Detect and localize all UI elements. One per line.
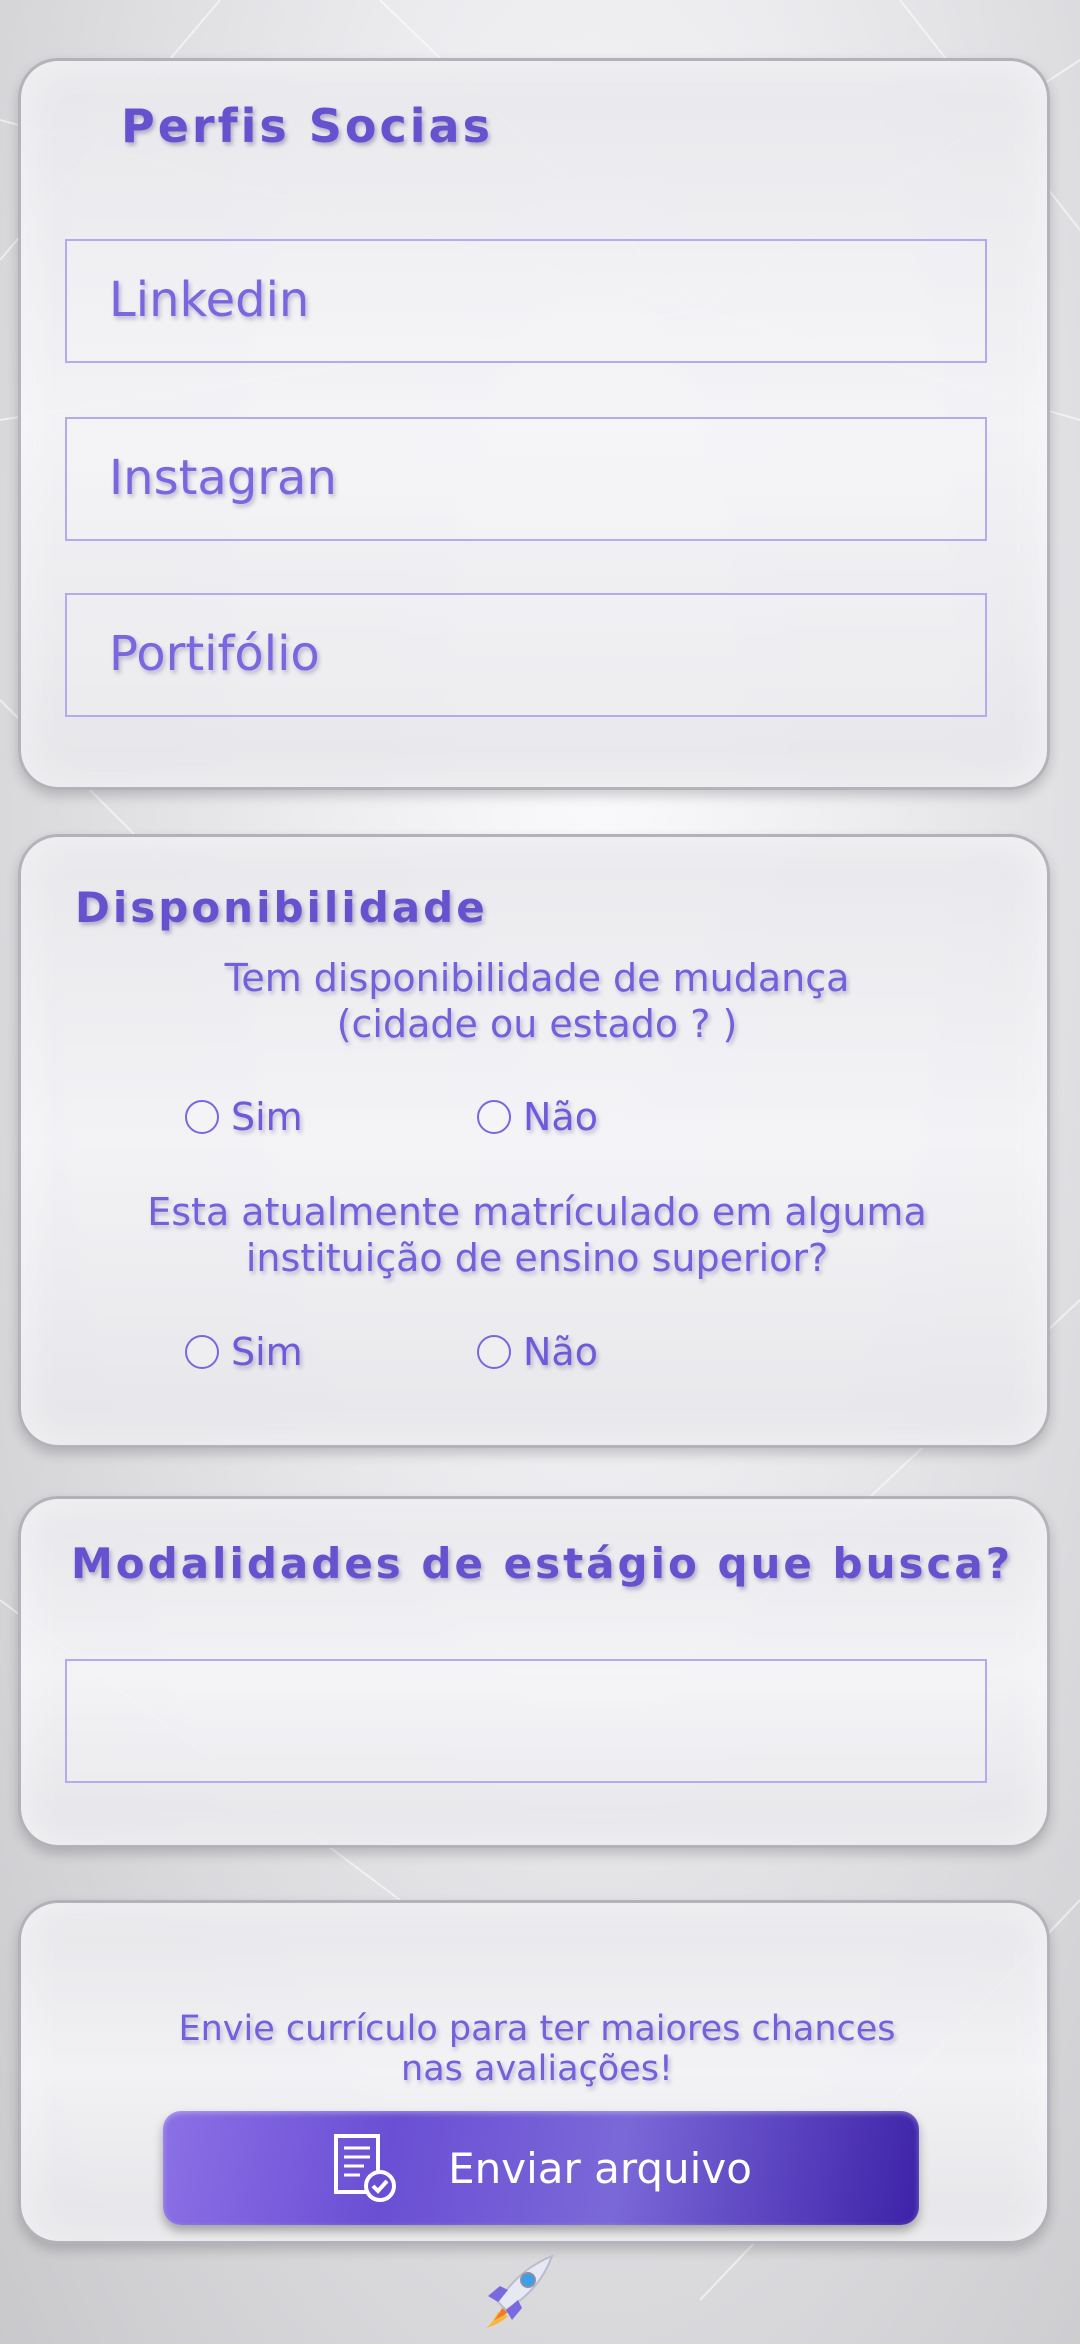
social-profiles-title: Perfis Socias — [121, 99, 493, 153]
linkedin-field[interactable]: Linkedin — [65, 239, 987, 363]
instagram-placeholder: Instagran — [109, 450, 337, 506]
relocation-no-label: Não — [523, 1095, 598, 1139]
relocation-question-line2: (cidade ou estado ? ) — [336, 1002, 738, 1046]
radio-circle-icon — [477, 1335, 511, 1369]
instagram-field[interactable]: Instagran — [65, 417, 987, 541]
rocket-icon — [486, 2254, 554, 2328]
modalities-field[interactable] — [65, 1659, 987, 1783]
enrollment-question: Esta atualmente matrículado em alguma in… — [21, 1189, 1053, 1281]
relocation-yes-label: Sim — [231, 1095, 303, 1139]
enrollment-no-radio[interactable]: Não — [477, 1330, 598, 1374]
enrollment-yes-label: Sim — [231, 1330, 303, 1374]
send-file-button[interactable]: Enviar arquivo — [163, 2111, 919, 2225]
relocation-question: Tem disponibilidade de mudança (cidade o… — [21, 955, 1053, 1047]
upload-note: Envie currículo para ter maiores chances… — [21, 2009, 1053, 2089]
portfolio-field[interactable]: Portifólio — [65, 593, 987, 717]
availability-title: Disponibilidade — [75, 883, 488, 932]
upload-card: Envie currículo para ter maiores chances… — [18, 1900, 1050, 2244]
portfolio-placeholder: Portifólio — [109, 626, 320, 682]
radio-circle-icon — [185, 1335, 219, 1369]
upload-note-line1: Envie currículo para ter maiores chances — [178, 2009, 896, 2049]
enrollment-no-label: Não — [523, 1330, 598, 1374]
radio-circle-icon — [185, 1100, 219, 1134]
upload-note-line2: nas avaliações! — [401, 2049, 673, 2089]
document-check-icon — [334, 2134, 397, 2202]
modalities-title: Modalidades de estágio que busca? — [71, 1539, 1014, 1588]
enrollment-yes-radio[interactable]: Sim — [185, 1330, 303, 1374]
social-profiles-card: Perfis Socias Linkedin Instagran Portifó… — [18, 58, 1050, 790]
send-file-label: Enviar arquivo — [448, 2143, 752, 2193]
linkedin-placeholder: Linkedin — [109, 272, 310, 328]
relocation-question-line1: Tem disponibilidade de mudança — [224, 956, 850, 1000]
relocation-yes-radio[interactable]: Sim — [185, 1095, 303, 1139]
enrollment-question-line1: Esta atualmente matrículado em alguma — [147, 1190, 927, 1234]
modalities-card: Modalidades de estágio que busca? — [18, 1496, 1050, 1848]
relocation-no-radio[interactable]: Não — [477, 1095, 598, 1139]
radio-circle-icon — [477, 1100, 511, 1134]
availability-card: Disponibilidade Tem disponibilidade de m… — [18, 834, 1050, 1448]
enrollment-question-line2: instituição de ensino superior? — [245, 1236, 829, 1280]
